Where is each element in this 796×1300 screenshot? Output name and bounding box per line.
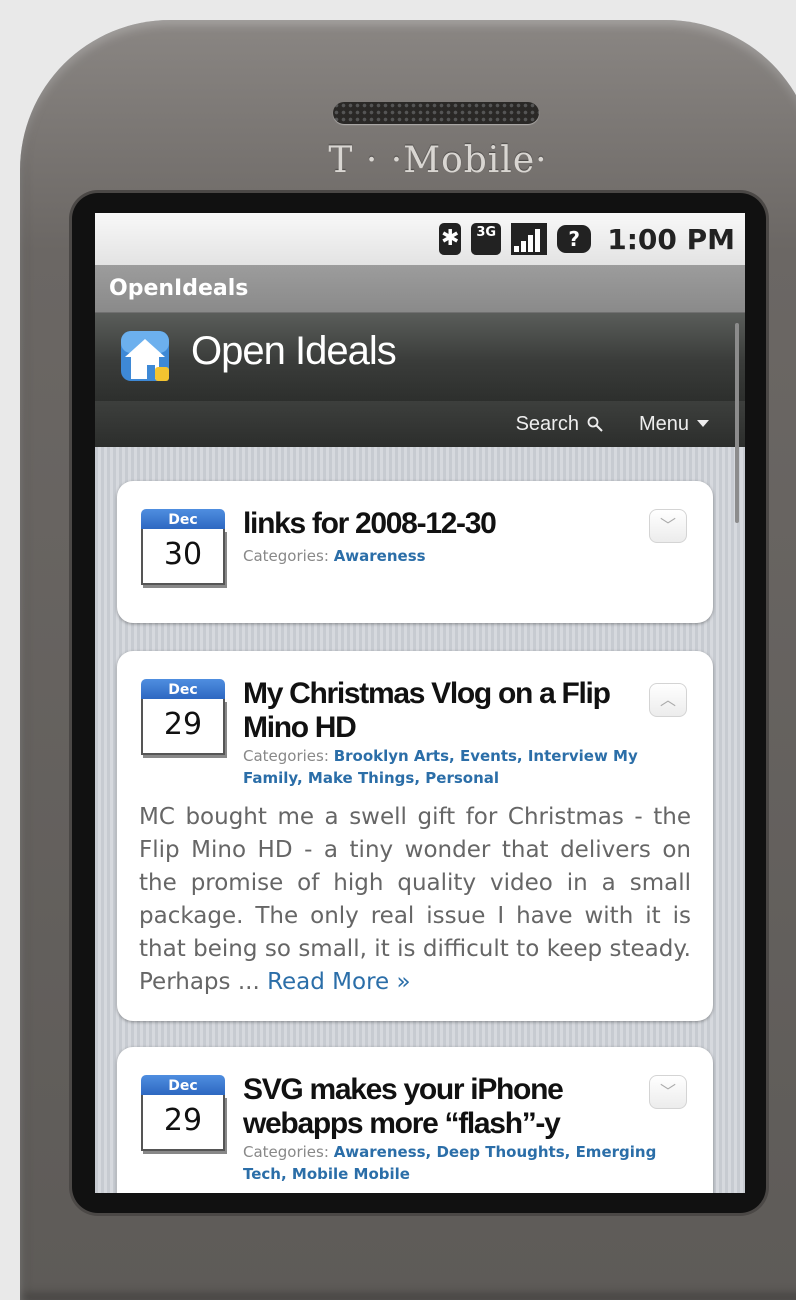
clock: 1:00 PM	[607, 222, 735, 256]
bluetooth-icon: ✱	[439, 223, 462, 255]
calendar-day: 29	[141, 699, 225, 755]
categories-label: Categories:	[243, 747, 329, 765]
network-3g-icon: 3G	[471, 223, 502, 255]
chevron-down-icon: ﹀	[659, 516, 676, 535]
calendar-day: 29	[141, 1095, 225, 1151]
calendar-day: 30	[141, 529, 225, 585]
post-card[interactable]: Dec 29 SVG makes your iPhone webapps mor…	[117, 1047, 713, 1193]
expand-toggle-button[interactable]: ﹀	[649, 1075, 687, 1109]
category-links[interactable]: Awareness	[334, 547, 426, 565]
site-title: Open Ideals	[191, 329, 397, 373]
calendar-icon: Dec 29	[141, 1075, 225, 1153]
search-icon	[587, 416, 603, 432]
post-categories: Categories: Brooklyn Arts, Events, Inter…	[243, 745, 657, 789]
collapse-toggle-button[interactable]: ︿	[649, 683, 687, 717]
calendar-month: Dec	[141, 509, 225, 531]
chevron-down-icon: ﹀	[659, 1082, 676, 1101]
screen: ✱ 3G ? 1:00 PM OpenIdeals Open Ideals Se…	[95, 213, 745, 1193]
menu-button[interactable]: Menu	[639, 413, 709, 436]
notification-icon: ?	[557, 225, 592, 253]
calendar-month: Dec	[141, 679, 225, 701]
search-button[interactable]: Search	[516, 413, 603, 436]
post-categories: Categories: Awareness	[243, 545, 657, 567]
menu-label: Menu	[638, 412, 689, 435]
calendar-icon: Dec 30	[141, 509, 225, 587]
status-bar: ✱ 3G ? 1:00 PM	[95, 213, 745, 265]
post-title[interactable]: SVG makes your iPhone webapps more “flas…	[243, 1073, 647, 1141]
brand-logo: T · ·Mobile·	[328, 140, 548, 181]
expand-toggle-button[interactable]: ﹀	[649, 509, 687, 543]
categories-label: Categories:	[243, 547, 329, 565]
post-categories: Categories: Awareness, Deep Thoughts, Em…	[243, 1141, 657, 1185]
site-header: Open Ideals	[95, 313, 745, 401]
app-title-bar: OpenIdeals	[95, 265, 745, 313]
speaker-grille	[333, 102, 539, 124]
post-list: Dec 30 links for 2008-12-30 ﹀ Categories…	[95, 447, 745, 1193]
chevron-down-icon	[697, 420, 709, 427]
nav-bar: Search Menu	[95, 401, 745, 447]
signal-icon	[511, 223, 548, 255]
read-more-link[interactable]: Read More »	[267, 969, 411, 995]
categories-label: Categories:	[243, 1143, 329, 1161]
post-card[interactable]: Dec 30 links for 2008-12-30 ﹀ Categories…	[117, 481, 713, 623]
calendar-icon: Dec 29	[141, 679, 225, 757]
post-title[interactable]: My Christmas Vlog on a Flip Mino HD	[243, 677, 647, 745]
excerpt-text: MC bought me a swell gift for Christmas …	[139, 804, 691, 995]
post-title[interactable]: links for 2008-12-30	[243, 507, 647, 541]
home-icon[interactable]	[117, 327, 173, 385]
scrollbar[interactable]	[735, 323, 739, 523]
chevron-up-icon: ︿	[659, 690, 676, 709]
post-card[interactable]: Dec 29 My Christmas Vlog on a Flip Mino …	[117, 651, 713, 1021]
post-excerpt: MC bought me a swell gift for Christmas …	[139, 801, 691, 999]
calendar-month: Dec	[141, 1075, 225, 1097]
search-label: Search	[515, 412, 579, 435]
